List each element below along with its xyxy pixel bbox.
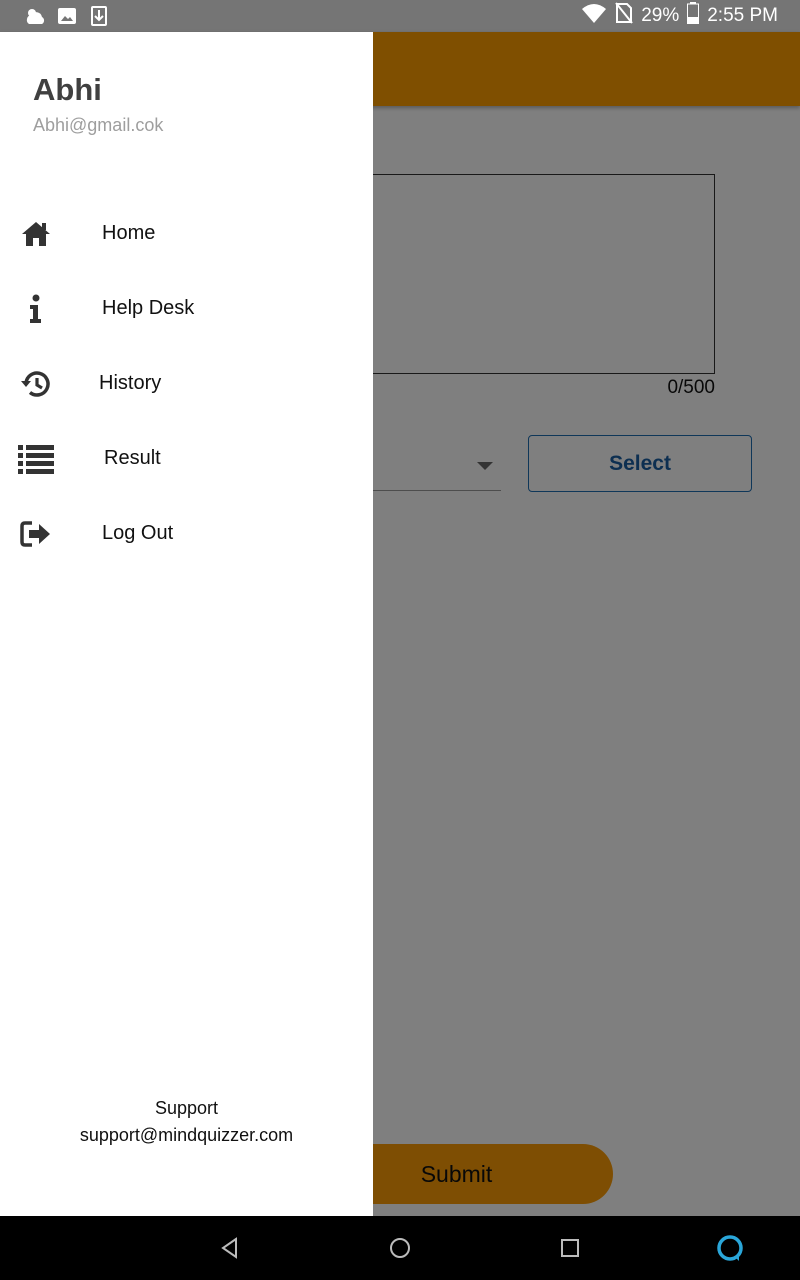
menu-item-label: Home: [102, 222, 156, 244]
download-icon: [88, 5, 110, 27]
menu-item-label: Help Desk: [102, 297, 195, 319]
recents-icon[interactable]: [554, 1232, 586, 1264]
wifi-icon: [581, 3, 607, 29]
menu-item-help-desk[interactable]: Help Desk: [0, 279, 373, 339]
battery-percent: 29%: [641, 5, 680, 26]
home-circle-icon[interactable]: [384, 1232, 416, 1264]
menu-item-label: History: [99, 372, 162, 394]
system-nav-bar: [0, 1216, 800, 1280]
user-name: Abhi: [33, 72, 102, 107]
weather-icon: [24, 5, 46, 27]
assistant-icon[interactable]: [714, 1232, 746, 1264]
logout-icon: [18, 516, 54, 552]
battery-icon: [687, 2, 700, 30]
history-icon: [18, 366, 54, 402]
list-icon: [18, 441, 54, 477]
info-icon: [18, 291, 54, 327]
menu-item-result[interactable]: Result: [0, 429, 373, 489]
status-bar: 29% 2:55 PM: [0, 0, 800, 32]
menu-item-label: Log Out: [102, 522, 174, 544]
clock: 2:55 PM: [707, 5, 778, 26]
support-email[interactable]: support@mindquizzer.com: [0, 1125, 373, 1146]
support-title: Support: [154, 1098, 219, 1118]
menu-item-history[interactable]: History: [0, 354, 373, 414]
menu-item-log-out[interactable]: Log Out: [0, 504, 373, 564]
navigation-drawer: Abhi Abhi@gmail.cok Home Help Desk Histo…: [0, 32, 373, 1216]
home-icon: [18, 216, 54, 252]
no-sim-icon: [615, 2, 633, 30]
user-email: Abhi@gmail.cok: [33, 115, 164, 135]
image-notification-icon: [56, 5, 78, 27]
menu-item-home[interactable]: Home: [0, 204, 373, 264]
back-icon[interactable]: [214, 1232, 246, 1264]
menu-item-label: Result: [104, 447, 161, 469]
